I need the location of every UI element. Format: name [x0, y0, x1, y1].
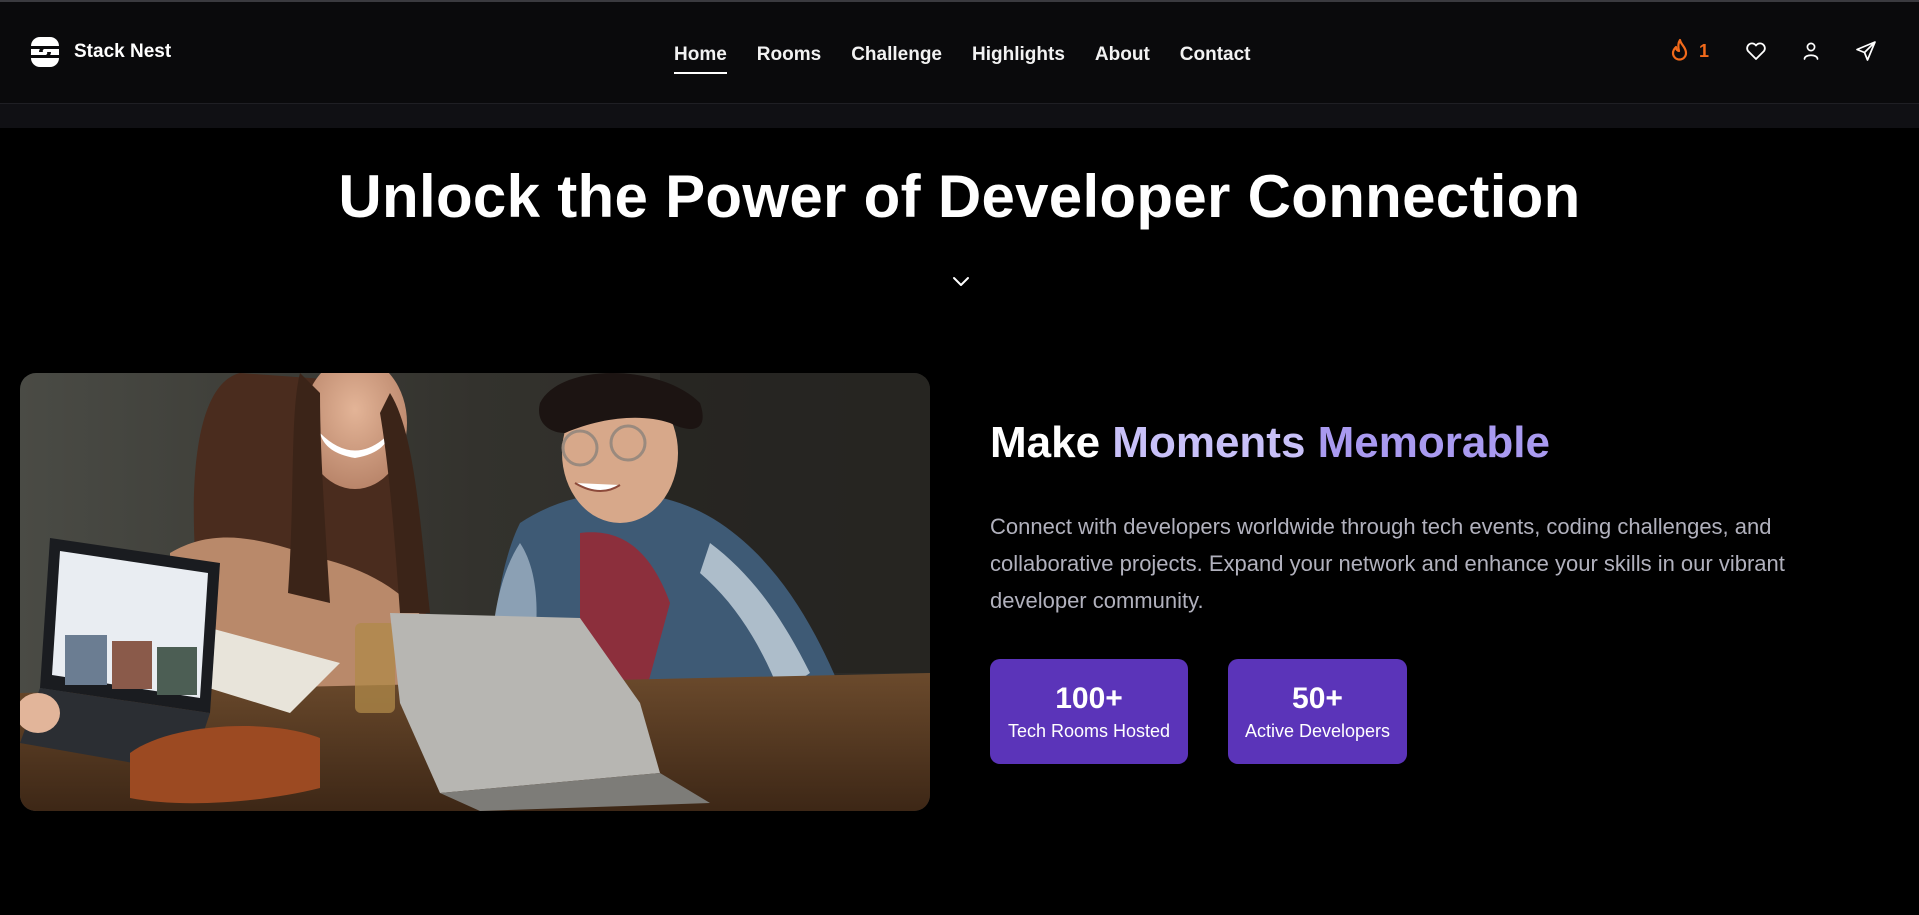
nav-rooms[interactable]: Rooms [757, 38, 821, 72]
brand-name: Stack Nest [74, 41, 172, 62]
flame-icon [1671, 38, 1688, 61]
profile-button[interactable] [1798, 38, 1824, 64]
navbar: Stack Nest Home Rooms Challenge Highligh… [0, 2, 1919, 104]
stat-value: 50+ [1292, 682, 1343, 715]
title-accent-moments: Moments [1112, 418, 1306, 467]
streak-count: 1 [1699, 40, 1710, 61]
main-nav: Home Rooms Challenge Highlights About Co… [674, 30, 1251, 80]
user-icon [1803, 42, 1819, 60]
header-strip [0, 104, 1919, 128]
heart-icon [1746, 42, 1766, 60]
stack-nest-logo-icon [31, 37, 59, 67]
streak-counter[interactable]: 1 [1668, 38, 1709, 64]
stat-label: Active Developers [1244, 721, 1391, 741]
section-title: Make Moments Memorable [990, 418, 1550, 468]
nav-home[interactable]: Home [674, 38, 727, 74]
title-accent-memorable: Memorable [1317, 418, 1550, 467]
nav-highlights[interactable]: Highlights [972, 38, 1065, 72]
stat-card-developers: 50+ Active Developers [1228, 659, 1407, 764]
messages-button[interactable] [1853, 38, 1879, 64]
send-icon [1856, 41, 1876, 61]
favorites-button[interactable] [1743, 38, 1769, 64]
nav-actions: 1 [1668, 38, 1879, 64]
stat-value: 100+ [1055, 682, 1123, 715]
title-plain: Make [990, 418, 1113, 467]
nav-about[interactable]: About [1095, 38, 1150, 72]
stat-label: Tech Rooms Hosted [1007, 721, 1171, 741]
developers-laughing-with-laptops-photo [20, 373, 930, 811]
hero-title: Unlock the Power of Developer Connection [338, 163, 1581, 230]
brand[interactable]: Stack Nest [30, 36, 171, 68]
stat-card-rooms: 100+ Tech Rooms Hosted [990, 659, 1188, 764]
nav-challenge[interactable]: Challenge [851, 38, 942, 72]
chevron-down-icon[interactable] [950, 270, 972, 292]
title-space [1305, 418, 1317, 467]
section-description: Connect with developers worldwide throug… [990, 514, 1785, 613]
nav-contact[interactable]: Contact [1180, 38, 1251, 72]
